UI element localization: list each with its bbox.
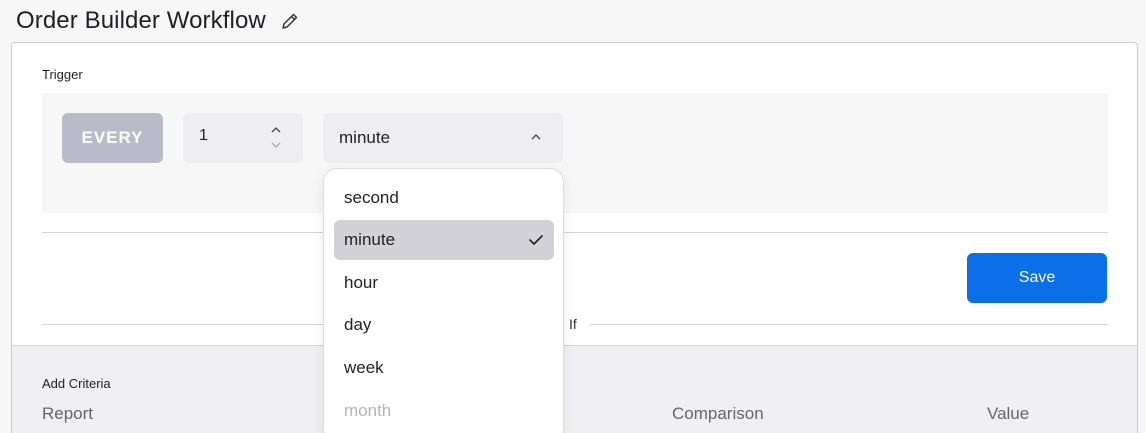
chevron-down-icon[interactable] xyxy=(269,140,283,150)
page-header: Order Builder Workflow xyxy=(16,4,300,38)
column-header-comparison: Comparison xyxy=(672,404,764,423)
option-label: week xyxy=(344,358,384,377)
dropdown-option-minute[interactable]: minute xyxy=(334,220,554,260)
if-divider-right xyxy=(590,324,1108,325)
unit-select-value: minute xyxy=(339,128,391,147)
divider xyxy=(42,232,1108,233)
unit-dropdown-menu: second minute hour day week month xyxy=(323,168,564,433)
criteria-title: Add Criteria xyxy=(42,376,111,391)
column-header-value: Value xyxy=(987,404,1030,423)
dropdown-option-second[interactable]: second xyxy=(334,178,554,218)
trigger-label: Trigger xyxy=(42,67,83,82)
dropdown-option-day[interactable]: day xyxy=(334,305,554,345)
criteria-section: Add Criteria Report Comparison Value xyxy=(12,345,1137,433)
option-label: day xyxy=(344,315,372,334)
workflow-card: Trigger EVERY 1 minute Save If Add Crite… xyxy=(11,42,1138,433)
chevron-up-icon[interactable] xyxy=(269,125,283,135)
chevron-up-icon xyxy=(529,130,543,144)
if-label: If xyxy=(569,316,577,332)
option-label: hour xyxy=(344,273,379,292)
save-button[interactable]: Save xyxy=(967,253,1107,303)
dropdown-option-week[interactable]: week xyxy=(334,348,554,388)
dropdown-option-month[interactable]: month xyxy=(334,391,554,431)
unit-select[interactable]: minute xyxy=(323,113,563,163)
pencil-icon[interactable] xyxy=(280,11,300,31)
every-button[interactable]: EVERY xyxy=(62,113,163,163)
interval-value[interactable]: 1 xyxy=(199,127,208,145)
option-label: month xyxy=(344,401,392,420)
page-title: Order Builder Workflow xyxy=(16,7,266,34)
check-icon xyxy=(528,232,544,248)
interval-stepper[interactable]: 1 xyxy=(183,113,303,163)
dropdown-option-hour[interactable]: hour xyxy=(334,263,554,303)
column-header-report: Report xyxy=(42,404,94,423)
trigger-panel: EVERY 1 minute xyxy=(42,93,1108,213)
option-label: minute xyxy=(344,230,396,249)
option-label: second xyxy=(344,188,399,207)
